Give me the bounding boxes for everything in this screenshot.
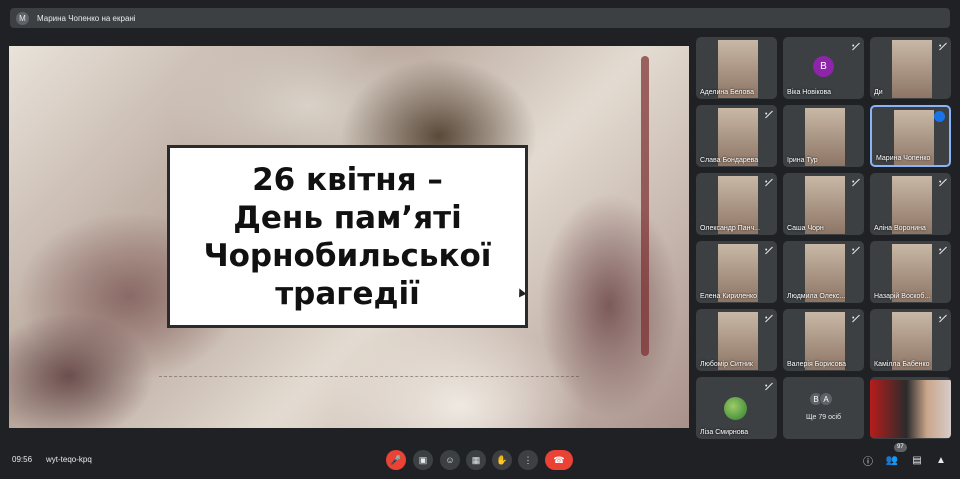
participant-name: Людмила Олекс... [787, 293, 846, 300]
camera-button[interactable]: ▣ [413, 450, 433, 470]
participant-name: Віка Новікова [787, 89, 832, 96]
participant-tile[interactable]: Ліза Смирнова • [696, 377, 777, 439]
participant-name: Марина Чопенко [876, 155, 931, 162]
emoji-button[interactable]: ☺ [440, 450, 460, 470]
participant-name: Камілла Бабенко [874, 361, 930, 368]
mic-muted-icon: • [765, 314, 772, 323]
emoji-icon: ☺ [445, 455, 455, 465]
more-options-icon: ⋮ [523, 454, 533, 465]
chat-icon: ▤ [912, 454, 922, 466]
mic-off-icon: 🎤 [390, 454, 402, 465]
info-icon: ⓘ [863, 456, 873, 468]
presenter-avatar: M [16, 11, 29, 25]
slide-line-2: День пам’яті [233, 199, 462, 236]
participant-tile[interactable] [870, 377, 951, 439]
participant-name: Валерія Борисова [787, 361, 847, 368]
participant-name: Слава Бондарева [700, 157, 759, 164]
participant-video [892, 40, 932, 98]
participant-tile[interactable]: Назарій Воскоб... • [870, 241, 951, 303]
more-participants-label: Ще 79 осіб [805, 414, 842, 421]
present-button[interactable]: ▦ [466, 450, 486, 470]
participant-name: Назарій Воскоб... [874, 293, 931, 300]
mic-muted-icon: • [939, 314, 946, 323]
end-call-button[interactable]: ☎ [545, 450, 573, 470]
shared-screen: 26 квітня – День пам’яті Чорнобильської … [9, 46, 689, 428]
participant-tile[interactable]: Марина Чопенко [870, 105, 951, 167]
participant-tile[interactable]: Людмила Олекс... • [783, 241, 864, 303]
bottom-toolbar: 09:56 wyt-teqo-kpq 🎤 ▣ ☺ ▦ ✋ ⋮ ☎ ⓘ 👥 97 … [0, 442, 960, 479]
participant-name: Елена Кириленко [700, 293, 758, 300]
mic-muted-icon: • [765, 246, 772, 255]
raise-hand-icon: ✋ [496, 454, 508, 465]
camera-icon: ▣ [418, 454, 428, 465]
slide-line-1: 26 квітня – [252, 161, 443, 198]
mic-muted-icon: • [765, 110, 772, 119]
chat-button[interactable]: ▤ [910, 453, 924, 467]
more-participants-avatars: ВА [809, 392, 839, 406]
mic-muted-icon: • [852, 314, 859, 323]
mic-muted-icon: • [939, 42, 946, 51]
participant-tile[interactable]: В Віка Новікова • [783, 37, 864, 99]
participants-count-badge: 97 [894, 443, 907, 452]
participant-name: Саша Чорн [787, 225, 824, 232]
people-button[interactable]: 👥 [885, 453, 899, 467]
decorative-stripe [641, 56, 649, 356]
more-options-button[interactable]: ⋮ [518, 450, 538, 470]
people-icon: 👥 [885, 454, 899, 466]
participant-name: Ліза Смирнова [700, 429, 749, 436]
slide-title: 26 квітня – День пам’яті Чорнобильської … [204, 161, 492, 313]
slide-line-3: Чорнобильської [203, 237, 492, 274]
participant-video [870, 380, 951, 438]
decorative-scribble [159, 376, 579, 416]
mic-muted-icon: • [939, 246, 946, 255]
clock: 09:56 [12, 455, 33, 464]
participant-avatar: В [813, 56, 834, 77]
participant-name: Ірина Тур [787, 157, 818, 164]
mic-muted-icon: • [852, 42, 859, 51]
participant-name: Аделина Белова [700, 89, 754, 96]
mic-off-button[interactable]: 🎤 [386, 450, 406, 470]
presenting-text: Марина Чопенко на екрані [37, 13, 136, 23]
participant-tile[interactable]: Саша Чорн • [783, 173, 864, 235]
info-button[interactable]: ⓘ [861, 453, 875, 468]
mic-muted-icon: • [939, 178, 946, 187]
mic-muted-icon: • [852, 178, 859, 187]
slide-title-box: 26 квітня – День пам’яті Чорнобильської … [167, 145, 528, 328]
participant-tile[interactable]: В А Ще 79 осіб [783, 377, 864, 439]
presenting-banner: M Марина Чопенко на екрані [10, 8, 950, 28]
participant-name: Ди [874, 89, 883, 96]
mic-muted-icon: • [765, 382, 772, 391]
participant-name: Любомір Ситник [700, 361, 753, 368]
participant-tile[interactable]: Валерія Борисова • [783, 309, 864, 371]
end-call-icon: ☎ [553, 454, 565, 465]
participant-tile[interactable]: Аліна Воронина • [870, 173, 951, 235]
slide-line-4: трагедії [275, 275, 420, 312]
meeting-code: wyt-teqo-kpq [46, 455, 92, 464]
participant-tile[interactable]: Елена Кириленко • [696, 241, 777, 303]
participant-name: Олександр Панч... [700, 225, 760, 232]
stacked-avatar: А [819, 392, 833, 406]
participant-tile[interactable]: Любомір Ситник • [696, 309, 777, 371]
activities-button[interactable]: ▲ [934, 453, 948, 467]
speaking-indicator-icon [934, 111, 945, 122]
raise-hand-button[interactable]: ✋ [492, 450, 512, 470]
participant-tile[interactable]: Камілла Бабенко • [870, 309, 951, 371]
participant-tile[interactable]: Слава Бондарева • [696, 105, 777, 167]
participant-tile[interactable]: Ди • [870, 37, 951, 99]
participant-name: Аліна Воронина [874, 225, 926, 232]
present-icon: ▦ [471, 454, 481, 465]
activities-icon: ▲ [936, 454, 946, 466]
participant-tile[interactable]: Ірина Тур [783, 105, 864, 167]
mic-muted-icon: • [765, 178, 772, 187]
participant-avatar [724, 397, 747, 420]
participant-tile[interactable]: Олександр Панч... • [696, 173, 777, 235]
mic-muted-icon: • [852, 246, 859, 255]
participant-tile[interactable]: Аделина Белова [696, 37, 777, 99]
